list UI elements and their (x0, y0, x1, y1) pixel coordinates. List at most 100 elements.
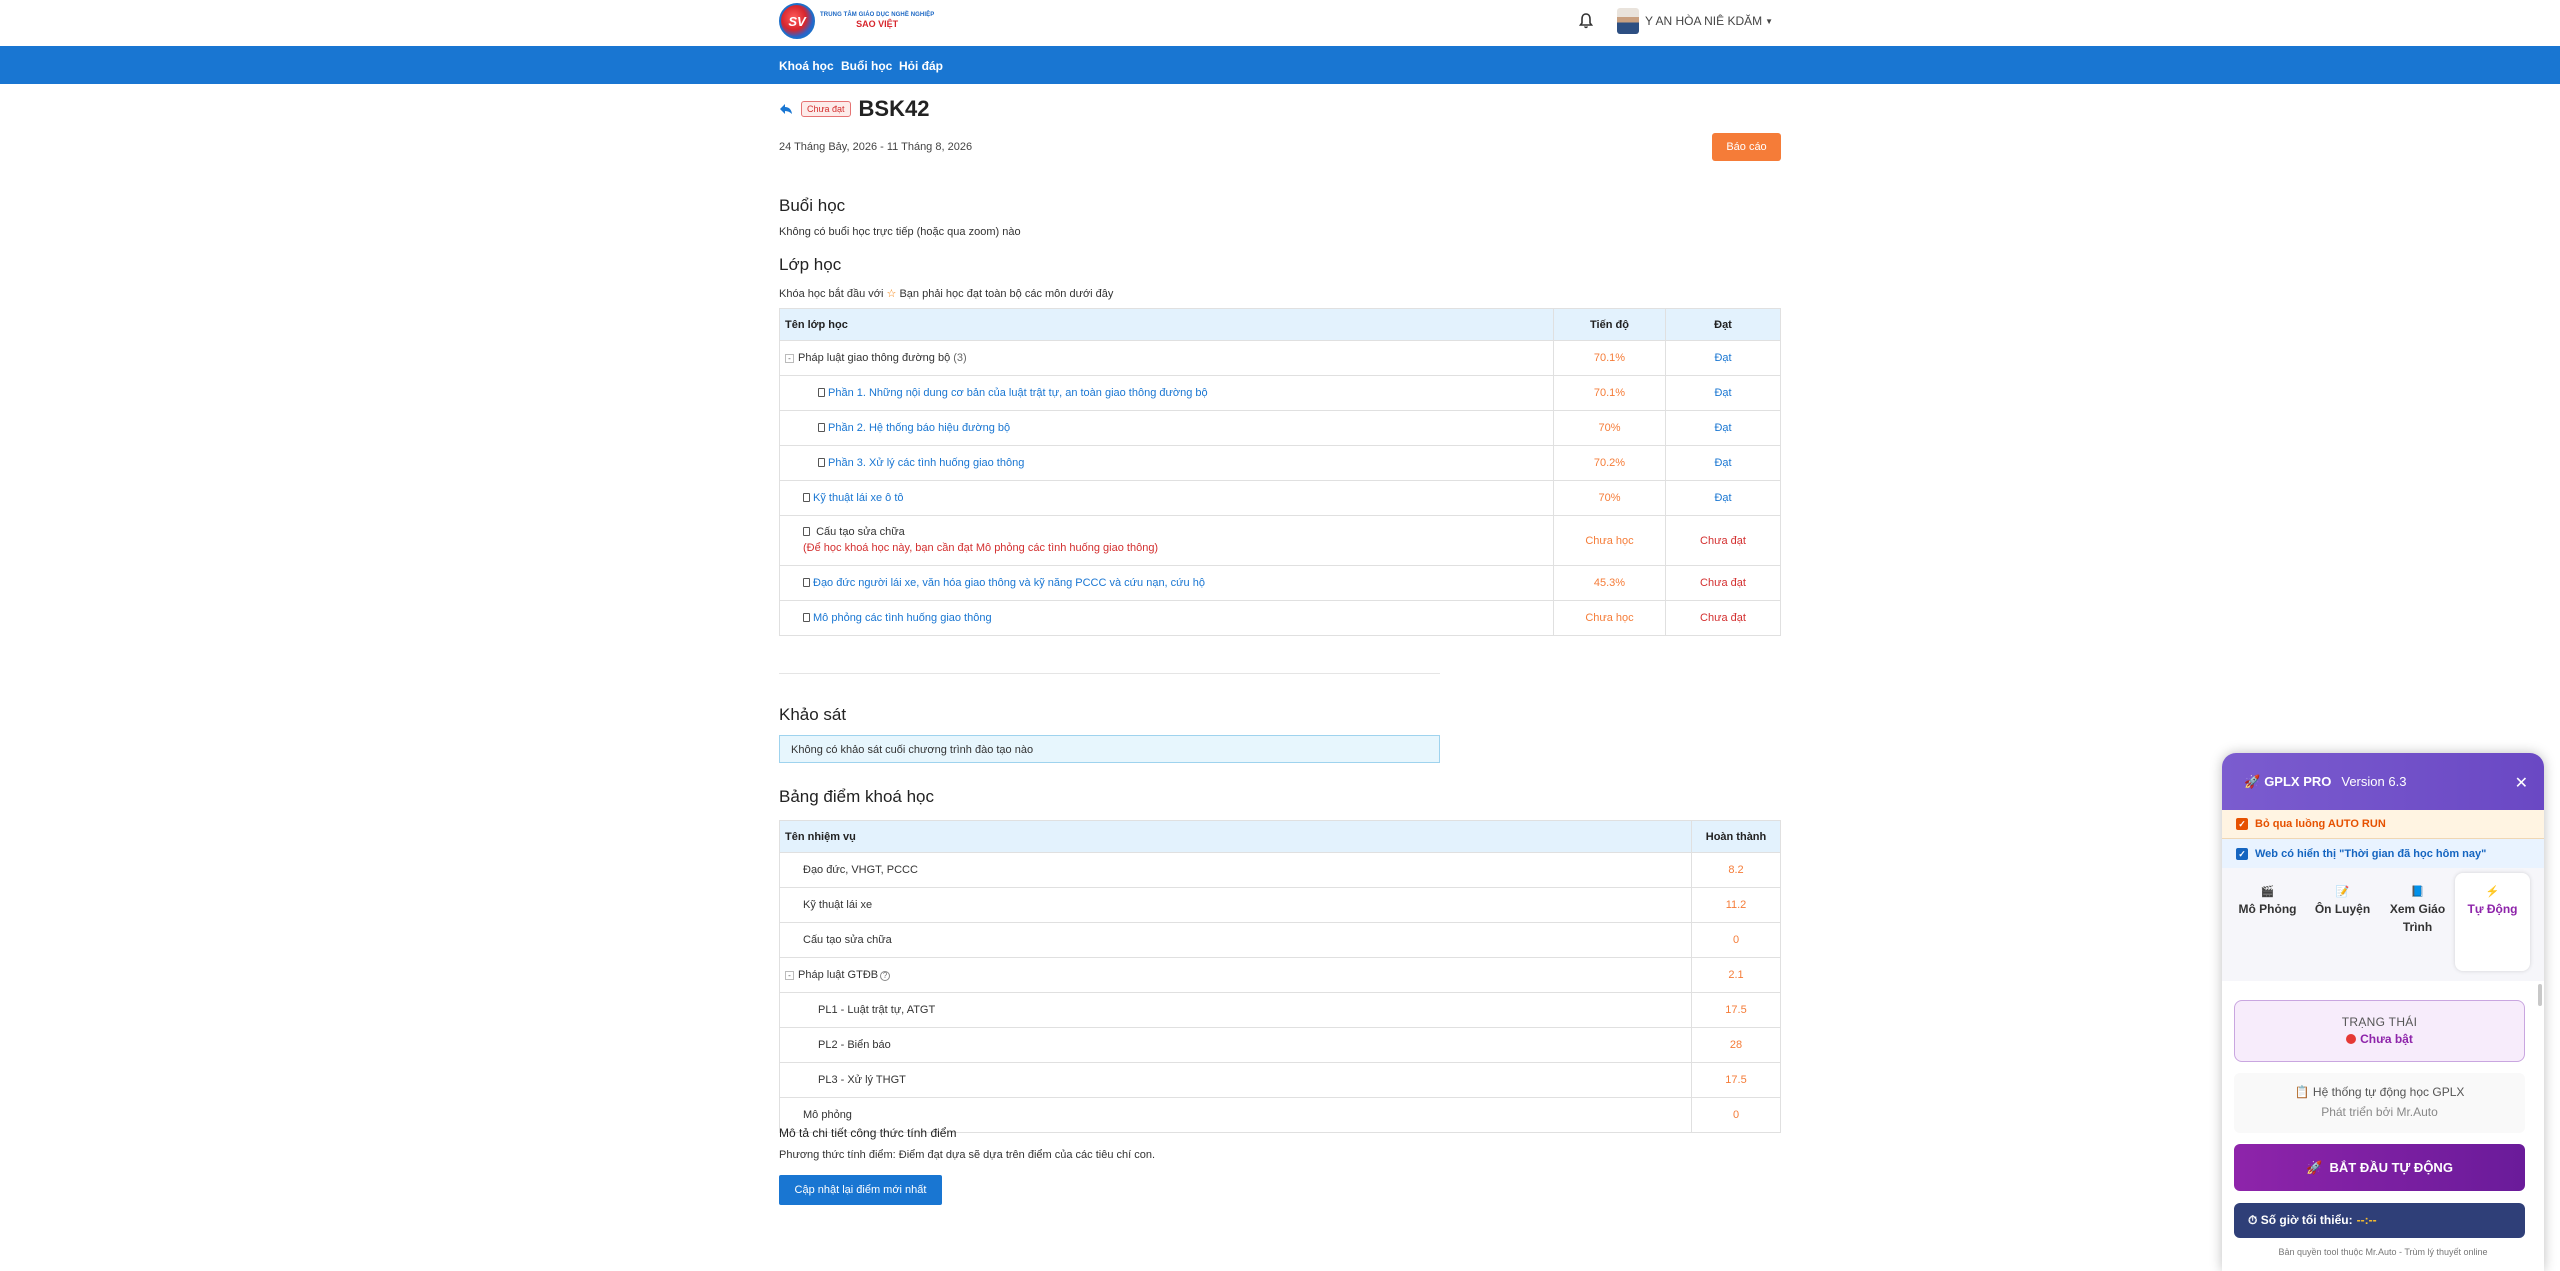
nav-qa[interactable]: Hỏi đáp (899, 59, 943, 73)
gplx-panel: 🚀 GPLX PRO Version 6.3 ✕ ✓ Bỏ qua luồng … (2222, 753, 2544, 1271)
class-result: Đạt (1665, 480, 1781, 516)
table-row: Phần 2. Hệ thống báo hiệu đường bộ 70% Đ… (779, 410, 1781, 446)
gplx-version: Version 6.3 (2341, 774, 2407, 789)
collapse-toggle[interactable]: - (785, 970, 794, 980)
user-menu[interactable]: Y AN HÒA NIÊ KDĂM ▼ (1617, 8, 1773, 34)
class-link[interactable]: Phần 1. Những nội dung cơ bản của luật t… (828, 387, 1208, 399)
update-scores-button[interactable]: Cập nhật lại điểm mới nhất (779, 1175, 942, 1205)
clapper-icon: 🎬 (2260, 886, 2275, 898)
min-hours-value: --:-- (2356, 1213, 2377, 1227)
task-name: PL2 - Biển báo (779, 1027, 1692, 1063)
task-name: Cấu tạo sửa chữa (779, 922, 1692, 958)
class-link[interactable]: Phần 2. Hệ thống báo hiệu đường bộ (828, 422, 1010, 434)
star-icon: ☆ (886, 288, 897, 300)
formula-text: Phương thức tính điểm: Điểm đạt dựa sẽ d… (779, 1149, 1156, 1161)
classes-heading: Lớp học (779, 255, 842, 274)
status-badge: Chưa đạt (801, 101, 851, 117)
logo[interactable]: SV TRUNG TÂM GIÁO DỤC NGHỀ NGHIỆP SAO VI… (779, 3, 934, 39)
classes-intro: Khóa học bắt đầu với ☆ Bạn phải học đạt … (779, 288, 1114, 300)
class-progress: 45.3% (1553, 565, 1666, 601)
task-score: 2.1 (1691, 957, 1781, 993)
status-dot-icon (2346, 1034, 2357, 1044)
table-row: - Pháp luật GTĐB? 2.1 (779, 957, 1781, 993)
caret-down-icon: ▼ (1765, 16, 1774, 26)
table-row: Phần 3. Xử lý các tình huống giao thông … (779, 445, 1781, 481)
checkbox-checked-icon[interactable]: ✓ (2236, 818, 2248, 830)
class-link[interactable]: Phần 3. Xử lý các tình huống giao thông (828, 457, 1024, 469)
class-progress: Chưa học (1553, 515, 1666, 566)
table-row: Mô phỏng các tình huống giao thông Chưa … (779, 600, 1781, 636)
class-link[interactable]: Kỹ thuật lái xe ô tô (813, 492, 904, 504)
task-score: 0 (1691, 922, 1781, 958)
system-subtitle: Phát triển bởi Mr.Auto (2321, 1105, 2438, 1119)
class-name: Cấu tạo sửa chữa (816, 525, 905, 538)
top-bar: SV TRUNG TÂM GIÁO DỤC NGHỀ NGHIỆP SAO VI… (0, 0, 2560, 46)
task-score: 0 (1691, 1097, 1781, 1133)
page-title: BSK42 (858, 96, 930, 121)
gplx-tabs: 🎬 Mô Phỏng 📝 Ôn Luyện 📘 Xem Giáo Trình ⚡ Tự … (2222, 868, 2544, 981)
class-progress: Chưa học (1553, 600, 1666, 636)
task-score: 28 (1691, 1027, 1781, 1063)
document-icon (818, 388, 825, 397)
panel-scrollbar[interactable] (2538, 984, 2542, 1006)
status-value: Chưa bật (2360, 1032, 2413, 1046)
class-progress: 70.2% (1553, 445, 1666, 481)
tab-simulation[interactable]: 🎬 Mô Phỏng (2230, 873, 2305, 981)
logo-emblem: SV (779, 3, 815, 39)
class-progress: 70% (1553, 480, 1666, 516)
task-name: Đạo đức, VHGT, PCCC (779, 852, 1692, 888)
tab-textbook[interactable]: 📘 Xem Giáo Trình (2380, 873, 2455, 981)
class-progress: 70.1% (1553, 340, 1666, 376)
system-title: Hệ thống tự động học GPLX (2312, 1085, 2465, 1099)
scores-table: Tên nhiệm vụ Hoàn thành Đạo đức, VHGT, P… (779, 820, 1781, 1133)
skip-auto-run-option[interactable]: ✓ Bỏ qua luồng AUTO RUN (2222, 810, 2544, 839)
close-icon[interactable]: ✕ (2515, 773, 2528, 793)
table-row: Phần 1. Những nội dung cơ bản của luật t… (779, 375, 1781, 411)
sessions-heading: Buổi học (779, 196, 846, 215)
gplx-brand: GPLX PRO (2264, 774, 2332, 789)
scores-heading: Bảng điểm khoá học (779, 787, 934, 806)
document-icon (818, 458, 825, 467)
class-result: Chưa đạt (1665, 515, 1781, 566)
rocket-icon: 🚀 (2306, 1159, 2323, 1175)
memo-icon: 📝 (2335, 886, 2350, 898)
formula-title: Mô tả chi tiết công thức tính điểm (779, 1126, 957, 1140)
class-progress: 70.1% (1553, 375, 1666, 411)
table-row: Cấu tạo sửa chữa 0 (779, 922, 1781, 958)
document-icon (803, 613, 810, 622)
clock-icon: ⏱ (2248, 1213, 2258, 1227)
bell-icon[interactable] (1579, 13, 1593, 29)
nav-courses[interactable]: Khoá học (779, 59, 834, 73)
tab-practice[interactable]: 📝 Ôn Luyện (2305, 873, 2380, 981)
main-nav: Khoá học Buổi học Hỏi đáp (0, 46, 2560, 84)
col-passed: Đạt (1665, 308, 1781, 341)
task-name: Kỹ thuật lái xe (779, 887, 1692, 923)
sessions-empty-text: Không có buổi học trực tiếp (hoặc qua zo… (779, 226, 1021, 238)
table-row: PL1 - Luật trật tự, ATGT 17.5 (779, 992, 1781, 1028)
nav-sessions[interactable]: Buổi học (841, 59, 892, 73)
table-row: Kỹ thuật lái xe 11.2 (779, 887, 1781, 923)
table-row: PL3 - Xử lý THGT 17.5 (779, 1062, 1781, 1098)
show-time-today-option[interactable]: ✓ Web có hiển thị "Thời gian đã học hôm … (2222, 839, 2544, 868)
checkbox-checked-icon[interactable]: ✓ (2236, 847, 2248, 860)
class-link[interactable]: Mô phỏng các tình huống giao thông (813, 612, 992, 624)
document-icon (818, 423, 825, 432)
class-progress: 70% (1553, 410, 1666, 446)
task-score: 17.5 (1691, 1062, 1781, 1098)
task-score: 8.2 (1691, 852, 1781, 888)
tab-auto[interactable]: ⚡ Tự Động (2455, 873, 2530, 971)
status-box: TRẠNG THÁI Chưa bật (2234, 1000, 2525, 1062)
col-completion: Hoàn thành (1691, 820, 1781, 853)
start-auto-button[interactable]: 🚀 BẮT ĐẦU TỰ ĐỘNG (2234, 1144, 2525, 1191)
collapse-toggle[interactable]: - (785, 353, 794, 363)
class-link[interactable]: Đạo đức người lái xe, văn hóa giao thông… (813, 577, 1205, 589)
course-dates: 24 Tháng Bảy, 2026 - 11 Tháng 8, 2026 (779, 141, 973, 153)
document-icon (803, 493, 810, 502)
status-label: TRẠNG THÁI (2341, 1015, 2418, 1029)
document-icon (803, 526, 810, 536)
report-button[interactable]: Báo cáo (1712, 133, 1781, 161)
back-arrow-icon[interactable] (779, 102, 793, 116)
avatar (1617, 8, 1639, 34)
help-icon[interactable]: ? (880, 971, 891, 981)
user-name: Y AN HÒA NIÊ KDĂM (1645, 14, 1763, 28)
